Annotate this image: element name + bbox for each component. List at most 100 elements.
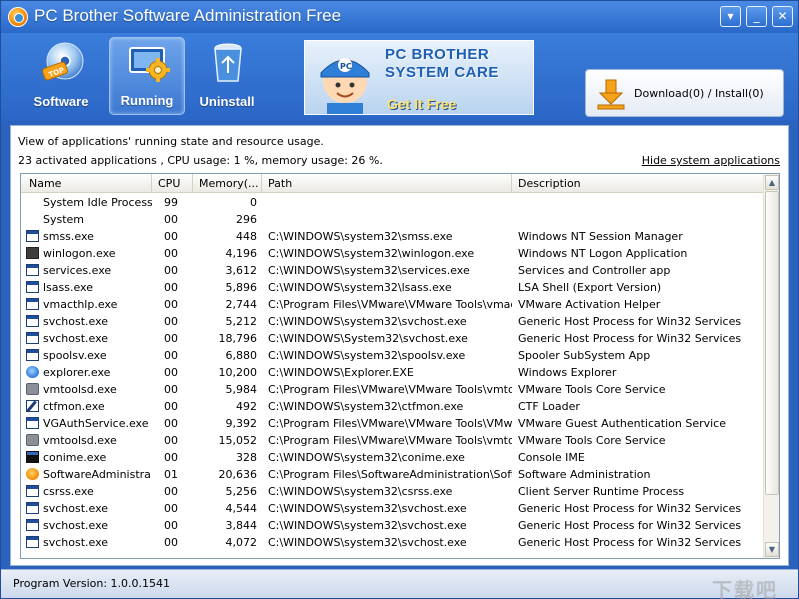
table-row[interactable]: conime.exe 00 328 C:\WINDOWS\system32\conim…: [21, 449, 764, 466]
close-button[interactable]: ✕: [772, 6, 793, 27]
process-description: VMware Tools Core Service: [518, 434, 666, 447]
table-row[interactable]: spoolsv.exe 00 6,880 C:\WINDOWS\system32\sp…: [21, 347, 764, 364]
process-name: ctfmon.exe: [43, 400, 105, 413]
process-path: C:\WINDOWS\Explorer.EXE: [268, 366, 414, 379]
watermark-logo: 下载吧: [712, 578, 778, 599]
process-path: C:\WINDOWS\system32\svchost.exe: [268, 315, 467, 328]
column-header-cpu[interactable]: CPU: [152, 174, 193, 193]
content-panel: View of applications' running state and …: [10, 125, 789, 566]
process-description: [512, 194, 764, 211]
process-cpu: 01: [164, 468, 178, 481]
column-header-description[interactable]: Description: [512, 174, 764, 193]
process-cpu: 99: [164, 196, 178, 209]
process-name: System Idle Process: [43, 196, 152, 209]
mascot-icon: PC: [320, 58, 370, 114]
process-memory: 492: [236, 400, 257, 413]
process-path: C:\Program Files\SoftwareAdministration\…: [268, 468, 512, 481]
table-row[interactable]: services.exe 00 3,612 C:\WINDOWS\system32\s…: [21, 262, 764, 279]
process-cpu: 00: [164, 519, 178, 532]
process-description: Generic Host Process for Win32 Services: [518, 519, 742, 532]
process-name: explorer.exe: [43, 366, 111, 379]
vertical-scrollbar[interactable]: ▲ ▼: [763, 174, 779, 558]
table-row[interactable]: svchost.exe 00 4,544 C:\WINDOWS\system32\sv…: [21, 500, 764, 517]
usage-summary: 23 activated applications , CPU usage: 1…: [18, 154, 383, 167]
table-row[interactable]: ctfmon.exe 00 492 C:\WINDOWS\system32\ctfmo…: [21, 398, 764, 415]
process-memory: 10,200: [218, 366, 258, 379]
nav-software-button[interactable]: TOP Software: [23, 37, 99, 115]
process-memory: 4,196: [225, 247, 258, 260]
process-memory: 6,880: [225, 349, 258, 362]
table-row[interactable]: vmacthlp.exe 00 2,744 C:\Program Files\VMwa…: [21, 296, 764, 313]
table-row[interactable]: vmtoolsd.exe 00 15,052 C:\Program Files\VMw…: [21, 432, 764, 449]
process-description: [512, 211, 764, 228]
table-row[interactable]: explorer.exe 00 10,200 C:\WINDOWS\Explorer.…: [21, 364, 764, 381]
nav-running-button[interactable]: Running: [109, 37, 185, 115]
process-path: C:\WINDOWS\system32\svchost.exe: [268, 519, 467, 532]
process-name: System: [43, 213, 85, 226]
window-title: PC Brother Software Administration Free: [34, 6, 342, 25]
status-bar: Program Version: 1.0.0.1541 下载吧: [1, 569, 798, 599]
process-memory: 5,212: [225, 315, 258, 328]
running-gear-icon: [129, 47, 170, 82]
scroll-thumb[interactable]: [765, 191, 779, 495]
process-name: services.exe: [43, 264, 112, 277]
banner-cta: Get It Free: [387, 96, 457, 112]
download-install-label: Download(0) / Install(0): [634, 87, 764, 100]
process-path: C:\WINDOWS\system32\lsass.exe: [268, 281, 452, 294]
process-description: Generic Host Process for Win32 Services: [518, 502, 742, 515]
table-row[interactable]: vmtoolsd.exe 00 5,984 C:\Program Files\VMwa…: [21, 381, 764, 398]
process-name: svchost.exe: [43, 519, 109, 532]
process-path: C:\WINDOWS\system32\svchost.exe: [268, 536, 467, 549]
process-list[interactable]: Name CPU Memory(... Path Description Sys…: [20, 173, 780, 559]
scroll-down-button[interactable]: ▼: [765, 542, 779, 557]
process-cpu: 00: [164, 485, 178, 498]
process-memory: 3,612: [225, 264, 258, 277]
promo-banner[interactable]: PC PC BROTHER SYSTEM CARE Get It Free: [304, 40, 534, 115]
process-cpu: 00: [164, 383, 178, 396]
process-name: svchost.exe: [43, 502, 109, 515]
column-header-path[interactable]: Path: [262, 174, 512, 193]
app-logo-icon: [8, 7, 28, 27]
process-name: conime.exe: [43, 451, 107, 464]
table-row[interactable]: SoftwareAdministra... 01 20,636 C:\Program …: [21, 466, 764, 483]
table-row[interactable]: smss.exe 00 448 C:\WINDOWS\system32\smss.ex…: [21, 228, 764, 245]
process-name: smss.exe: [43, 230, 94, 243]
table-row[interactable]: csrss.exe 00 5,256 C:\WINDOWS\system32\csrs…: [21, 483, 764, 500]
table-row[interactable]: winlogon.exe 00 4,196 C:\WINDOWS\system32\w…: [21, 245, 764, 262]
process-memory: 5,896: [225, 281, 258, 294]
column-header-memory[interactable]: Memory(...: [193, 174, 262, 193]
nav-uninstall-button[interactable]: Uninstall: [189, 37, 265, 115]
dropdown-menu-button[interactable]: ▾: [720, 6, 741, 27]
process-name: spoolsv.exe: [43, 349, 107, 362]
process-memory: 328: [236, 451, 257, 464]
table-row[interactable]: VGAuthService.exe 00 9,392 C:\Program Files…: [21, 415, 764, 432]
process-cpu: 00: [164, 434, 178, 447]
table-row[interactable]: svchost.exe 00 18,796 C:\WINDOWS\System32\s…: [21, 330, 764, 347]
process-description: Windows NT Session Manager: [518, 230, 683, 243]
download-install-button[interactable]: Download(0) / Install(0): [585, 69, 784, 117]
table-row[interactable]: System Idle Process 99 0: [21, 194, 764, 211]
process-description: LSA Shell (Export Version): [518, 281, 662, 294]
minimize-button[interactable]: _: [746, 6, 767, 27]
process-path: [262, 194, 512, 211]
title-bar[interactable]: PC Brother Software Administration Free …: [1, 1, 798, 33]
list-header: Name CPU Memory(... Path Description: [21, 174, 764, 193]
table-row[interactable]: svchost.exe 00 4,072 C:\WINDOWS\system32\sv…: [21, 534, 764, 551]
process-path: C:\WINDOWS\system32\spoolsv.exe: [268, 349, 466, 362]
hide-system-apps-link[interactable]: Hide system applications: [642, 154, 780, 167]
process-cpu: 00: [164, 366, 178, 379]
table-row[interactable]: System 00 296: [21, 211, 764, 228]
process-name: svchost.exe: [43, 332, 109, 345]
process-cpu: 00: [164, 417, 178, 430]
process-path: C:\Program Files\VMware\VMware Tools\vma…: [268, 298, 512, 311]
table-row[interactable]: svchost.exe 00 5,212 C:\WINDOWS\system32\sv…: [21, 313, 764, 330]
process-memory: 3,844: [225, 519, 258, 532]
process-path: [262, 211, 512, 228]
scroll-up-button[interactable]: ▲: [765, 175, 779, 190]
table-row[interactable]: lsass.exe 00 5,896 C:\WINDOWS\system32\lsas…: [21, 279, 764, 296]
table-row[interactable]: svchost.exe 00 3,844 C:\WINDOWS\system32\sv…: [21, 517, 764, 534]
column-header-name[interactable]: Name: [21, 174, 152, 193]
process-cpu: 00: [164, 264, 178, 277]
process-cpu: 00: [164, 349, 178, 362]
program-version: Program Version: 1.0.0.1541: [13, 577, 171, 590]
